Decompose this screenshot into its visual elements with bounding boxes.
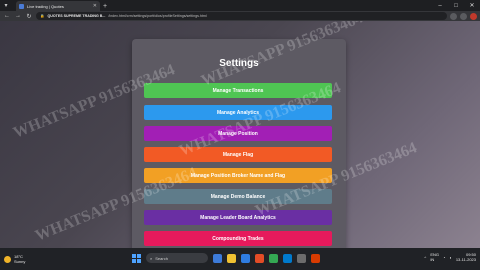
- page-background: Settings Manage Transactions Manage Anal…: [0, 21, 480, 248]
- profile-avatar-icon[interactable]: [470, 12, 477, 20]
- page-title: Settings: [219, 58, 259, 69]
- manage-flag-button[interactable]: Manage Flag: [144, 147, 332, 162]
- close-window-icon[interactable]: ✕: [464, 0, 480, 11]
- manage-position-broker-button[interactable]: Manage Position Broker Name and Flag: [144, 168, 332, 183]
- manage-position-button[interactable]: Manage Position: [144, 126, 332, 141]
- toolbar-extensions: [450, 12, 477, 20]
- search-placeholder: Search: [155, 255, 168, 261]
- site-favicon-icon: [19, 3, 24, 9]
- chrome-icon[interactable]: [269, 253, 278, 263]
- window-controls: – □ ✕: [432, 0, 480, 11]
- weather-text: Sunny: [14, 259, 26, 264]
- star-icon[interactable]: [450, 12, 457, 20]
- chevron-up-icon[interactable]: ^: [424, 255, 426, 260]
- manage-leader-board-button[interactable]: Manage Leader Board Analytics: [144, 210, 332, 225]
- app-icon[interactable]: [297, 253, 306, 263]
- language-indicator[interactable]: ENG IN: [430, 252, 439, 262]
- clock-date: 13-11-2023: [455, 257, 476, 262]
- minimize-icon[interactable]: –: [432, 0, 448, 11]
- system-tray: ^ ENG IN ◔ ◖ 09:50 13-11-2023: [424, 252, 476, 262]
- volume-icon[interactable]: ◖: [449, 255, 451, 260]
- sun-icon: [4, 255, 11, 263]
- extensions-icon[interactable]: [460, 12, 467, 20]
- address-bar[interactable]: 🔒 QUOTES SUPREME TRADING B... /index.htm…: [36, 12, 447, 20]
- settings-card: Settings Manage Transactions Manage Anal…: [132, 39, 346, 248]
- task-view-icon[interactable]: [213, 253, 222, 263]
- manage-analytics-button[interactable]: Manage Analytics: [144, 105, 332, 120]
- browser-tab-bar: ▾ Live trading | Quotes ✕ + – □ ✕: [0, 0, 480, 11]
- taskbar-search[interactable]: ⌕ Search: [146, 253, 208, 263]
- manage-demo-balance-button[interactable]: Manage Demo Balance: [144, 189, 332, 204]
- app-icon[interactable]: [311, 253, 320, 263]
- file-explorer-icon[interactable]: [227, 253, 236, 263]
- tab-menu-icon[interactable]: ▾: [0, 0, 12, 11]
- taskbar-apps: ⌕ Search: [132, 253, 320, 263]
- lock-icon: 🔒: [40, 14, 45, 18]
- browser-tab-active[interactable]: Live trading | Quotes ✕: [16, 1, 100, 11]
- url-path: /index.html/crm/settings/portfolios/prof…: [108, 14, 207, 18]
- new-tab-plus-icon[interactable]: +: [100, 1, 110, 11]
- browser-toolbar: ← → ↻ 🔒 QUOTES SUPREME TRADING B... /ind…: [0, 11, 480, 21]
- wifi-icon[interactable]: ◔: [443, 255, 445, 260]
- os-taskbar: 18°C Sunny ⌕ Search ^ ENG IN ◔ ◖ 09:50 1…: [0, 248, 480, 270]
- tab-title: Live trading | Quotes: [27, 3, 64, 9]
- compounding-trades-button[interactable]: Compounding Trades: [144, 231, 332, 246]
- windows-start-icon[interactable]: [132, 253, 141, 263]
- reload-icon[interactable]: ↻: [25, 12, 33, 20]
- forward-arrow-icon[interactable]: →: [14, 12, 22, 20]
- clock[interactable]: 09:50 13-11-2023: [456, 252, 476, 262]
- maximize-icon[interactable]: □: [448, 0, 464, 11]
- weather-widget[interactable]: 18°C Sunny: [4, 254, 25, 264]
- url-host: QUOTES SUPREME TRADING B...: [47, 14, 106, 18]
- app-icon[interactable]: [255, 253, 264, 263]
- close-tab-icon[interactable]: ✕: [93, 3, 97, 9]
- search-icon: ⌕: [150, 255, 153, 261]
- vscode-icon[interactable]: [283, 253, 292, 263]
- manage-transactions-button[interactable]: Manage Transactions: [144, 83, 332, 98]
- back-arrow-icon[interactable]: ←: [3, 12, 11, 20]
- edge-browser-icon[interactable]: [241, 253, 250, 263]
